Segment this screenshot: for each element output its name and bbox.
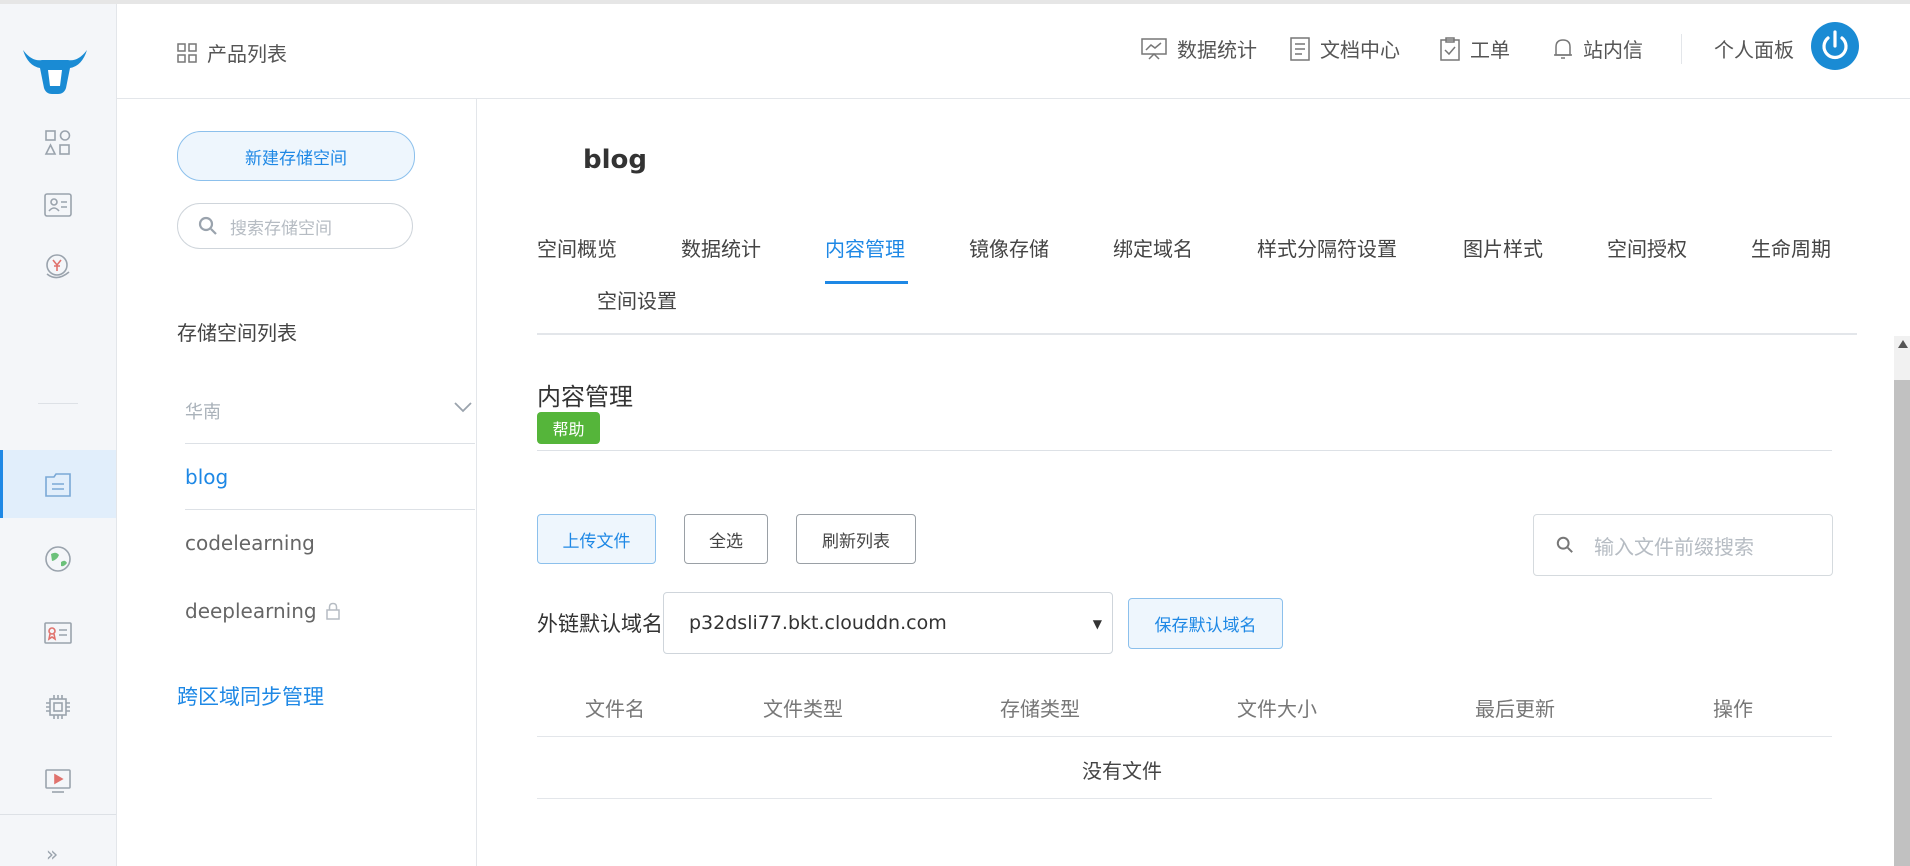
region-label: 华南 <box>185 402 221 423</box>
header-divider <box>1681 34 1682 64</box>
scroll-up-arrow-icon[interactable] <box>1898 340 1908 348</box>
caret-down-icon: ▼ <box>1092 617 1102 631</box>
tabs-divider <box>537 333 1857 335</box>
column-header-actions: 操作 <box>1713 697 1753 721</box>
clipboard-icon <box>1440 36 1460 61</box>
save-default-domain-button[interactable]: 保存默认域名 <box>1128 598 1283 649</box>
bucket-item-deeplearning[interactable]: deeplearning <box>185 599 341 623</box>
chip-icon[interactable] <box>41 690 75 724</box>
upload-file-button[interactable]: 上传文件 <box>537 514 656 564</box>
default-domain-select[interactable]: p32dsli77.bkt.clouddn.com ▼ <box>663 592 1113 654</box>
page-title: blog <box>583 145 647 175</box>
default-domain-label: 外链默认域名 <box>537 612 663 636</box>
chart-board-icon <box>1141 37 1167 60</box>
cross-region-sync-link[interactable]: 跨区域同步管理 <box>177 681 324 711</box>
chevron-down-icon <box>454 402 472 413</box>
cdn-globe-icon[interactable] <box>41 542 75 576</box>
bucket-item-deeplearning-label: deeplearning <box>185 599 317 623</box>
tab-style-separator[interactable]: 样式分隔符设置 <box>1257 233 1397 262</box>
help-badge[interactable]: 帮助 <box>537 412 600 444</box>
document-icon <box>1290 36 1310 61</box>
search-icon <box>1556 536 1573 553</box>
nav-docs[interactable]: 文档中心 <box>1290 34 1400 63</box>
main-content: blog 空间概览 数据统计 内容管理 镜像存储 绑定域名 样式分隔符设置 图片… <box>477 99 1910 866</box>
bucket-search-placeholder: 搜索存储空间 <box>230 218 332 239</box>
file-prefix-search-input[interactable]: 输入文件前缀搜索 <box>1533 514 1833 576</box>
column-header-last-updated[interactable]: 最后更新 <box>1475 693 1555 722</box>
avatar[interactable] <box>1811 22 1859 70</box>
lock-icon <box>325 602 340 620</box>
grid-icon <box>177 42 197 63</box>
nav-data-stats[interactable]: 数据统计 <box>1141 34 1257 63</box>
expand-icon[interactable]: » <box>46 842 58 866</box>
column-header-filename[interactable]: 文件名 <box>585 693 645 722</box>
rail-divider <box>38 403 78 404</box>
tab-image-style[interactable]: 图片样式 <box>1463 233 1543 262</box>
search-icon <box>198 216 217 235</box>
storage-icon[interactable] <box>41 468 75 502</box>
product-list-link[interactable]: 产品列表 <box>177 38 287 67</box>
top-header: 产品列表 数据统计 文档中心 工单 站内信 个人面板 <box>117 4 1910 99</box>
tab-overview[interactable]: 空间概览 <box>537 233 617 262</box>
bucket-item-blog[interactable]: blog <box>185 465 228 489</box>
certificate-icon[interactable] <box>41 616 75 650</box>
tab-mirror-storage[interactable]: 镜像存储 <box>969 233 1049 262</box>
tab-space-authorization[interactable]: 空间授权 <box>1607 233 1687 262</box>
product-grid-icon[interactable] <box>41 126 75 160</box>
table-bottom-divider <box>537 798 1712 799</box>
logo-icon[interactable] <box>20 46 90 100</box>
contact-card-icon[interactable] <box>41 188 75 222</box>
column-header-file-size[interactable]: 文件大小 <box>1237 693 1317 722</box>
column-header-filetype[interactable]: 文件类型 <box>763 693 843 722</box>
bucket-panel: 新建存储空间 搜索存储空间 存储空间列表 华南 blog codelearnin… <box>117 99 477 866</box>
sidebar-rail: » <box>0 4 117 866</box>
nav-docs-label: 文档中心 <box>1320 38 1400 62</box>
file-search-placeholder: 输入文件前缀搜索 <box>1594 534 1754 559</box>
empty-table-message: 没有文件 <box>1082 759 1162 783</box>
column-header-storage-type[interactable]: 存储类型 <box>1000 693 1080 722</box>
tab-bind-domain[interactable]: 绑定域名 <box>1113 233 1193 262</box>
media-icon[interactable] <box>41 764 75 798</box>
finance-icon[interactable] <box>41 250 75 284</box>
personal-panel-link[interactable]: 个人面板 <box>1714 34 1794 63</box>
bucket-list-title: 存储空间列表 <box>177 321 297 345</box>
region-select[interactable]: 华南 <box>185 379 475 444</box>
power-icon <box>1822 30 1848 60</box>
nav-ticket-label: 工单 <box>1470 38 1510 62</box>
nav-ticket[interactable]: 工单 <box>1440 34 1510 63</box>
rail-bottom-divider <box>0 814 116 815</box>
scrollbar-thumb[interactable] <box>1894 380 1910 866</box>
active-tab-underline <box>825 281 908 284</box>
section-divider <box>537 450 1832 451</box>
bell-icon <box>1554 38 1572 59</box>
new-bucket-button[interactable]: 新建存储空间 <box>177 131 415 181</box>
product-list-label: 产品列表 <box>207 42 287 66</box>
tab-space-settings[interactable]: 空间设置 <box>597 285 677 314</box>
tab-data-stats[interactable]: 数据统计 <box>681 233 761 262</box>
table-header-divider <box>537 736 1832 737</box>
default-domain-value: p32dsli77.bkt.clouddn.com <box>689 612 947 634</box>
tab-content-management[interactable]: 内容管理 <box>825 233 905 262</box>
bucket-item-codelearning[interactable]: codelearning <box>185 531 315 555</box>
refresh-list-button[interactable]: 刷新列表 <box>796 514 916 564</box>
personal-panel-label: 个人面板 <box>1714 38 1794 62</box>
nav-data-stats-label: 数据统计 <box>1177 38 1257 62</box>
section-title: 内容管理 <box>537 383 633 411</box>
tab-lifecycle[interactable]: 生命周期 <box>1751 233 1831 262</box>
select-all-button[interactable]: 全选 <box>684 514 768 564</box>
nav-messages-label: 站内信 <box>1583 38 1643 62</box>
bucket-search-input[interactable]: 搜索存储空间 <box>177 203 413 249</box>
nav-messages[interactable]: 站内信 <box>1553 34 1643 63</box>
bucket-item-divider <box>185 509 475 510</box>
